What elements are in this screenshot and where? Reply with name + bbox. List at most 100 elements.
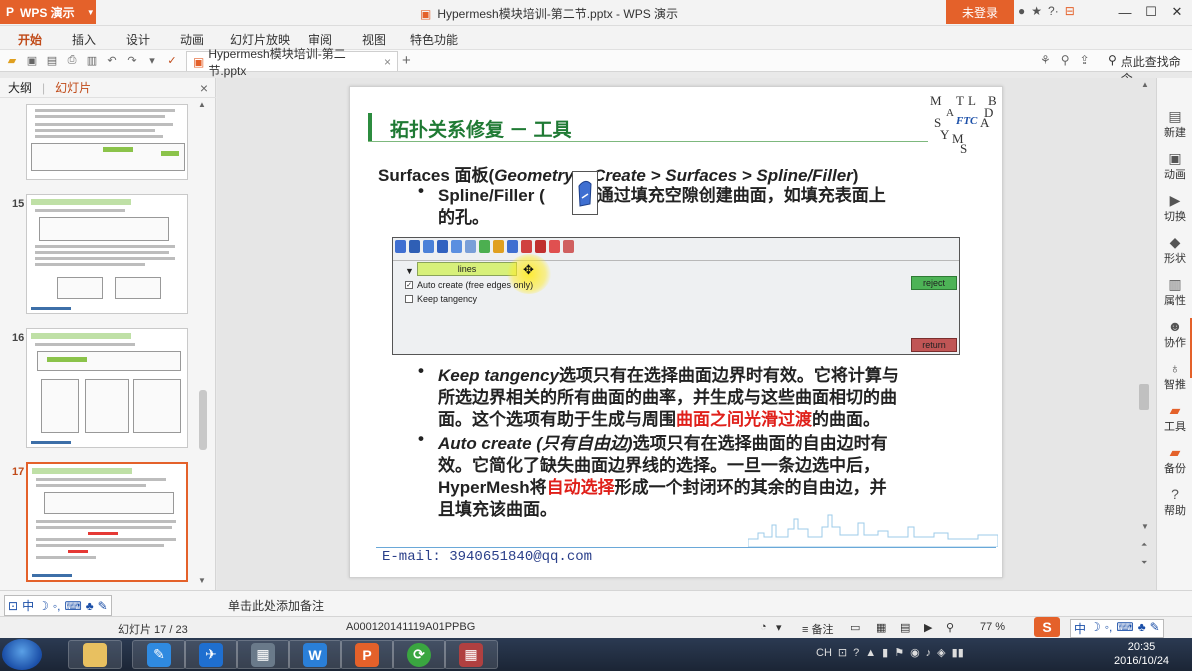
print-preview-icon[interactable]: ▥: [84, 52, 100, 68]
slide-thumbnail-17[interactable]: [26, 462, 188, 582]
scroll-up-icon[interactable]: ▲: [1141, 80, 1149, 89]
system-clock[interactable]: 20:35 2016/10/24: [1114, 640, 1169, 668]
login-button[interactable]: 未登录: [946, 0, 1014, 24]
start-button[interactable]: [2, 639, 42, 670]
scroll-down-icon[interactable]: ▼: [1141, 522, 1149, 531]
print-icon[interactable]: ⎙: [64, 52, 80, 68]
auto-create-para-4[interactable]: 且填充该曲面。: [438, 495, 557, 520]
selector-dropdown-icon[interactable]: ▼: [405, 266, 414, 276]
spellcheck-icon[interactable]: ✓: [164, 52, 180, 68]
reject-button[interactable]: reject: [911, 276, 957, 290]
maximize-button[interactable]: ☐: [1138, 2, 1164, 22]
tab-home[interactable]: 开始: [18, 31, 42, 48]
reading-mode-icon[interactable]: ◔: [760, 621, 767, 633]
notes-placeholder[interactable]: 单击此处添加备注: [228, 597, 324, 614]
sidebar-item-properties[interactable]: ▥ 属性: [1157, 276, 1192, 308]
scroll-thumb[interactable]: [1139, 384, 1149, 410]
close-button[interactable]: ✕: [1164, 2, 1190, 22]
sidebar-item-smart[interactable]: ♁ 智推: [1157, 360, 1192, 392]
close-panel-icon[interactable]: ×: [200, 80, 208, 96]
minimize-button[interactable]: —: [1112, 2, 1138, 22]
taskbar-explorer[interactable]: [68, 640, 122, 669]
ime-tray-icon[interactable]: ⊡: [838, 646, 847, 659]
zoom-level[interactable]: 77 %: [980, 621, 1005, 633]
taskbar-hypermesh[interactable]: ▦: [236, 640, 290, 669]
chevron-down-icon[interactable]: ▾: [776, 621, 782, 634]
prev-slide-icon[interactable]: ⏶: [1141, 540, 1147, 550]
signal-icon[interactable]: ▮▮: [952, 646, 964, 659]
tab-features[interactable]: 特色功能: [410, 31, 458, 48]
tray-chevron-icon[interactable]: ▲: [865, 647, 876, 659]
sidebar-item-backup[interactable]: ▰ 备份: [1157, 444, 1192, 476]
collapse-ribbon-icon[interactable]: ⊟: [1065, 4, 1075, 18]
scroll-down-icon[interactable]: ▼: [198, 576, 206, 585]
sidebar-item-animation[interactable]: ▣ 动画: [1157, 150, 1192, 182]
reading-view-icon[interactable]: ▤: [900, 621, 910, 634]
thumbnail-scrollbar[interactable]: ▲ ▼: [197, 100, 209, 588]
taskbar-hypermesh-2[interactable]: ▦: [444, 640, 498, 669]
scroll-thumb[interactable]: [199, 390, 207, 450]
current-slide[interactable]: 拓扑关系修复 － 工具 M A T L A B S Y M S D FTC Su…: [349, 86, 1003, 578]
sidebar-item-collaborate[interactable]: ☻ 协作: [1157, 318, 1192, 350]
keep-tangency-checkbox[interactable]: Keep tangency: [405, 294, 477, 304]
network-icon[interactable]: ◉: [910, 646, 920, 659]
spline-filler-line-2[interactable]: 的孔。: [438, 203, 489, 228]
next-slide-icon[interactable]: ⏷: [1141, 558, 1147, 568]
taskbar-wps-presentation[interactable]: P: [340, 640, 394, 669]
editor-scrollbar[interactable]: ▲ ▼ ⏶ ⏷: [1135, 78, 1155, 590]
slideshow-icon[interactable]: ▶: [924, 621, 932, 634]
tab-animation[interactable]: 动画: [180, 31, 204, 48]
help-icon[interactable]: ?·: [1048, 4, 1059, 18]
taskbar-wps-writer[interactable]: W: [288, 640, 342, 669]
pin-icon[interactable]: ⚲: [946, 621, 954, 634]
document-tab[interactable]: ▣ Hypermesh模块培训-第二节.pptx ×: [186, 47, 398, 78]
sidebar-item-tools[interactable]: ▰ 工具: [1157, 402, 1192, 434]
tab-design[interactable]: 设计: [126, 31, 150, 48]
sorter-view-icon[interactable]: ▦: [876, 621, 886, 634]
contact-email[interactable]: E-mail: 3940651840@qq.com: [382, 549, 592, 565]
lines-selector[interactable]: lines: [417, 262, 517, 276]
pin-icon[interactable]: ⚲: [1061, 53, 1070, 67]
volume-icon[interactable]: ♪: [926, 647, 932, 659]
close-tab-icon[interactable]: ×: [384, 55, 391, 69]
slide-thumbnail-16[interactable]: [26, 328, 188, 448]
save-icon[interactable]: ▣: [24, 52, 40, 68]
return-button[interactable]: return: [911, 338, 957, 352]
sidebar-item-shape[interactable]: ◆ 形状: [1157, 234, 1192, 266]
spline-filler-line[interactable]: Spline/Filler (): 通过填充空隙创建曲面，如填充表面上: [438, 181, 886, 206]
sidebar-item-transition[interactable]: ▶ 切换: [1157, 192, 1192, 224]
keep-tangency-para-3[interactable]: 面。这个选项有助于生成与周围曲面之间光滑过渡的曲面。: [438, 405, 880, 430]
normal-view-icon[interactable]: ▭: [850, 621, 860, 634]
slide-thumbnail-15[interactable]: [26, 194, 188, 314]
tab-insert[interactable]: 插入: [72, 31, 96, 48]
slide-title[interactable]: 拓扑关系修复 － 工具: [390, 115, 572, 142]
taskbar-feiq[interactable]: ✈: [184, 640, 238, 669]
sidebar-item-help[interactable]: ? 帮助: [1157, 486, 1192, 518]
ime-toolbar[interactable]: ⊡ 中 ☽ ◦, ⌨ ♣ ✎: [4, 595, 112, 616]
help-icon[interactable]: ?: [853, 647, 859, 659]
scroll-up-icon[interactable]: ▲: [198, 100, 206, 109]
export-pdf-icon[interactable]: ▤: [44, 52, 60, 68]
skin-icon[interactable]: ●: [1018, 4, 1025, 18]
battery-icon[interactable]: ▮: [882, 646, 888, 659]
slide-thumbnail-14[interactable]: [26, 104, 188, 180]
language-indicator[interactable]: CH: [816, 647, 832, 659]
new-tab-button[interactable]: +: [402, 52, 411, 69]
share-icon[interactable]: ⇪: [1080, 53, 1090, 67]
shield-icon[interactable]: ◈: [937, 646, 945, 659]
sidebar-item-new[interactable]: ▤ 新建: [1157, 108, 1192, 140]
auto-create-checkbox[interactable]: ✓ Auto create (free edges only): [405, 280, 533, 290]
flag-icon[interactable]: ⚑: [894, 646, 904, 659]
brush-icon[interactable]: ⚘: [1040, 53, 1051, 67]
taskbar-app-blue[interactable]: ✎: [132, 640, 186, 669]
customize-icon[interactable]: ▾: [144, 52, 160, 68]
taskbar-refresh-app[interactable]: ⟳: [392, 640, 446, 669]
wps-app-menu-button[interactable]: P WPS 演示 ▼: [0, 0, 96, 24]
ime-status[interactable]: 中 ☽ ◦, ⌨ ♣ ✎: [1070, 619, 1164, 638]
undo-icon[interactable]: ↶: [104, 52, 120, 68]
redo-icon[interactable]: ↷: [124, 52, 140, 68]
notes-toggle[interactable]: ≡ 备注: [802, 621, 833, 637]
tab-outline[interactable]: 大纲: [8, 79, 32, 96]
open-folder-icon[interactable]: ▰: [4, 52, 20, 68]
shirt-icon[interactable]: ★: [1031, 4, 1042, 18]
